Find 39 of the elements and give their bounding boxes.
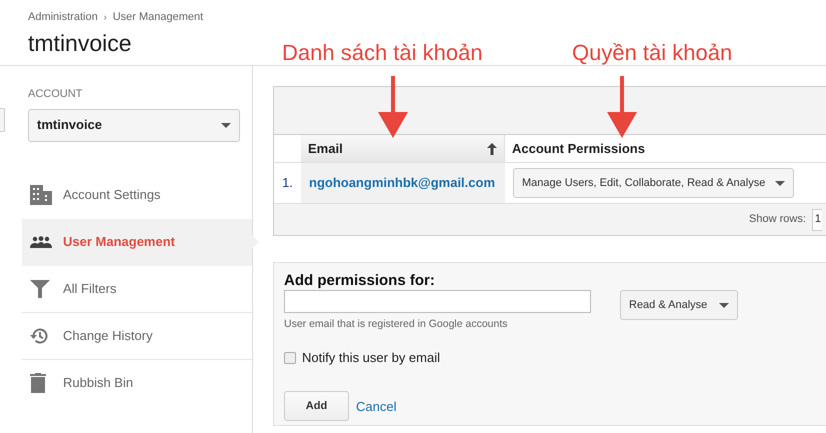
breadcrumb-current: User Management [112,10,204,25]
sidebar-item[interactable]: Change History [22,312,252,360]
show-rows-select[interactable]: 1 [812,208,822,230]
notify-checkbox[interactable] [284,352,296,364]
history-icon [30,328,48,344]
filter-icon [30,280,50,298]
notify-label: Notify this user by email [302,348,440,367]
caret-icon [221,122,231,128]
selection-pointer [252,234,259,248]
section-label: ACCOUNT [28,87,84,102]
show-rows-label: Show rows: [749,212,806,228]
form-title: Add permissions for: [284,272,436,290]
breadcrumb-separator: › [104,10,107,24]
sidebar-item[interactable]: User Management [22,218,252,266]
page-title: tmtinvoice [28,28,132,58]
account-select[interactable]: tmtinvoice [28,108,240,142]
breadcrumb-link[interactable]: Administration [28,9,98,26]
column-header[interactable]: Email [301,135,505,162]
annotation-text: Danh sách tài khoản [282,40,483,66]
sidebar-item[interactable]: Rubbish Bin [22,360,252,406]
trash-icon [30,373,46,393]
permission-select[interactable]: Read & Analyse [620,290,738,320]
sidebar-item[interactable]: All Filters [22,266,252,312]
add-button[interactable]: Add [284,391,349,422]
sidebar-item[interactable]: Account Settings [22,172,252,218]
caret-icon [775,180,786,186]
annotation-text: Quyền tài khoản [572,40,732,66]
people-icon [30,236,52,248]
email-link[interactable]: ngohoangminhbk@gmail.com [301,163,505,203]
email-field[interactable] [284,290,591,313]
building-icon [30,185,52,205]
arrow-icon [607,76,637,138]
field-hint: User email that is registered in Google accounts [284,317,509,332]
caret-icon [719,302,730,308]
cancel-link[interactable]: Cancel [356,396,396,416]
permissions-select[interactable]: Manage Users, Edit, Collaborate, Read & Analyse [513,168,794,198]
arrow-icon [378,76,408,138]
dropdown-edge[interactable] [0,108,5,132]
row-number: 1. [281,174,294,192]
